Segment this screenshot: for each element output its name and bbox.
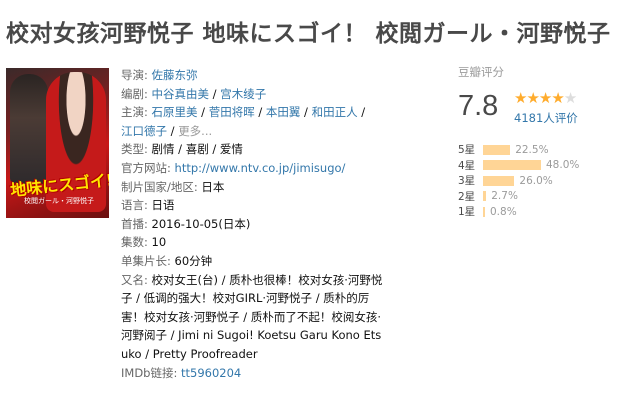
votes-link[interactable]: 4181人评价 — [514, 110, 578, 126]
rating-bar-percent: 2.7% — [491, 190, 518, 203]
premiere-row: 首播: 2016-10-05(日本) — [121, 215, 386, 234]
genre-row: 类型: 剧情 / 喜剧 / 爱情 — [121, 140, 386, 159]
cast-link[interactable]: 江口德子 — [121, 124, 167, 138]
site-label: 官方网站: — [121, 160, 171, 175]
cast-more-link[interactable]: 更多... — [178, 124, 212, 138]
rating-bar-label: 4星 — [458, 159, 476, 172]
country-label: 制片国家/地区: — [121, 179, 198, 194]
star-icon: ★ — [526, 89, 539, 107]
genre-label: 类型: — [121, 142, 148, 157]
rating-bar-label: 5星 — [458, 144, 476, 157]
cast-link[interactable]: 石原里美 — [152, 105, 198, 119]
rating-bar-fill — [483, 175, 515, 186]
imdb-row: IMDb链接: tt5960204 — [121, 364, 386, 383]
director-label: 导演: — [121, 68, 148, 82]
rating-bar-percent: 48.0% — [546, 159, 580, 172]
imdb-label: IMDb链接: — [121, 365, 178, 380]
aka-label: 又名: — [121, 272, 148, 287]
cast-link[interactable]: 本田翼 — [266, 105, 301, 119]
poster-image[interactable]: 地味にスゴイ! 校閲ガール・河野悦子 — [6, 68, 109, 218]
writer-link[interactable]: 宫木绫子 — [220, 87, 266, 101]
rating-bar-fill — [483, 191, 487, 202]
rating-bar-percent: 26.0% — [519, 174, 553, 187]
writer-row: 编剧: 中谷真由美 / 宫木绫子 — [121, 86, 267, 101]
cast-link[interactable]: 和田正人 — [312, 105, 358, 119]
writer-label: 编剧: — [121, 86, 148, 101]
rating-bar-label: 3星 — [458, 175, 476, 188]
star-icon: ★ — [514, 89, 527, 107]
rating-header: 豆瓣评分 — [458, 65, 504, 79]
premiere-value: 2016-10-05(日本) — [151, 216, 251, 231]
rating-bar-row: 4星 48.0% — [458, 158, 638, 174]
star-icon: ★ — [538, 89, 552, 107]
rating-bar-label: 2星 — [458, 190, 476, 203]
episodes-value: 10 — [151, 235, 167, 250]
rating-panel: 豆瓣评分 7.8 ★★★★★ 4181人评价 5星 22.5% 4星 48.0% 3星 2… — [458, 64, 638, 218]
rating-stars: ★★★★★ — [514, 89, 577, 107]
premiere-label: 首播: — [121, 216, 148, 231]
star-icon: ★ — [551, 89, 564, 107]
episodes-label: 集数: — [121, 235, 148, 250]
aka-row: 又名: 校对女王(台) / 质朴也很棒！校对女孩·河野悦子 / 低调的强大！校对… — [121, 271, 386, 364]
rating-bar-fill — [483, 160, 541, 171]
director-link[interactable]: 佐藤东弥 — [152, 68, 198, 82]
rating-bar-percent: 0.8% — [490, 205, 517, 218]
rating-bar-row: 2星 2.7% — [458, 189, 638, 205]
director-row: 导演: 佐藤东弥 — [121, 66, 386, 85]
poster-subtitle-text: 校閲ガール・河野悦子 — [24, 197, 94, 205]
writer-link[interactable]: 中谷真由美 — [152, 87, 210, 101]
page-title: 校对女孩河野悦子 地味にスゴイ！ 校閲ガール・河野悦子 — [6, 20, 611, 47]
rating-distribution: 5星 22.5% 4星 48.0% 3星 26.0% 2星 2.7% 1星 0.8% — [458, 142, 638, 220]
language-value: 日语 — [151, 198, 175, 213]
rating-score: 7.8 — [458, 90, 499, 122]
rating-bar-row: 5星 22.5% — [458, 142, 638, 158]
cast-label: 主演: — [121, 105, 148, 120]
rating-bar-label: 1星 — [458, 206, 476, 219]
rating-bar-fill — [483, 206, 485, 217]
genre-value: 剧情 / 喜剧 / 爱情 — [151, 142, 243, 157]
language-row: 语言: 日语 — [121, 196, 386, 215]
cast-link[interactable]: 菅田将晖 — [209, 105, 255, 119]
official-site-link[interactable]: http://www.ntv.co.jp/jimisugo/ — [175, 161, 346, 175]
imdb-link[interactable]: tt5960204 — [181, 366, 241, 380]
country-value: 日本 — [201, 179, 225, 194]
rating-bar-percent: 22.5% — [515, 143, 549, 156]
cast-row: 主演: 石原里美 / 菅田将晖 / 本田翼 / 和田正人 / — [121, 105, 366, 120]
runtime-value: 60分钟 — [174, 253, 213, 268]
poster-actor-figure — [10, 74, 48, 184]
runtime-row: 单集片长: 60分钟 — [121, 252, 386, 271]
runtime-label: 单集片长: — [121, 253, 171, 268]
info-panel: 导演: 佐藤东弥 编剧: 中谷真由美 / 宫木绫子 主演: 石原里美 / 菅田将… — [121, 66, 386, 382]
rating-bar-row: 3星 26.0% — [458, 173, 638, 189]
site-row: 官方网站: http://www.ntv.co.jp/jimisugo/ — [121, 159, 386, 178]
cast-row-continued: 江口德子 / 更多... — [121, 123, 213, 138]
episodes-row: 集数: 10 — [121, 233, 386, 252]
aka-value: 校对女王(台) / 质朴也很棒！校对女孩·河野悦子 / 低调的强大！校对GIRL… — [121, 272, 383, 361]
star-icon: ★ — [563, 89, 577, 107]
rating-bar-row: 1星 0.8% — [458, 204, 638, 220]
country-row: 制片国家/地区: 日本 — [121, 178, 386, 197]
language-label: 语言: — [121, 198, 148, 213]
rating-bar-fill — [483, 144, 511, 155]
